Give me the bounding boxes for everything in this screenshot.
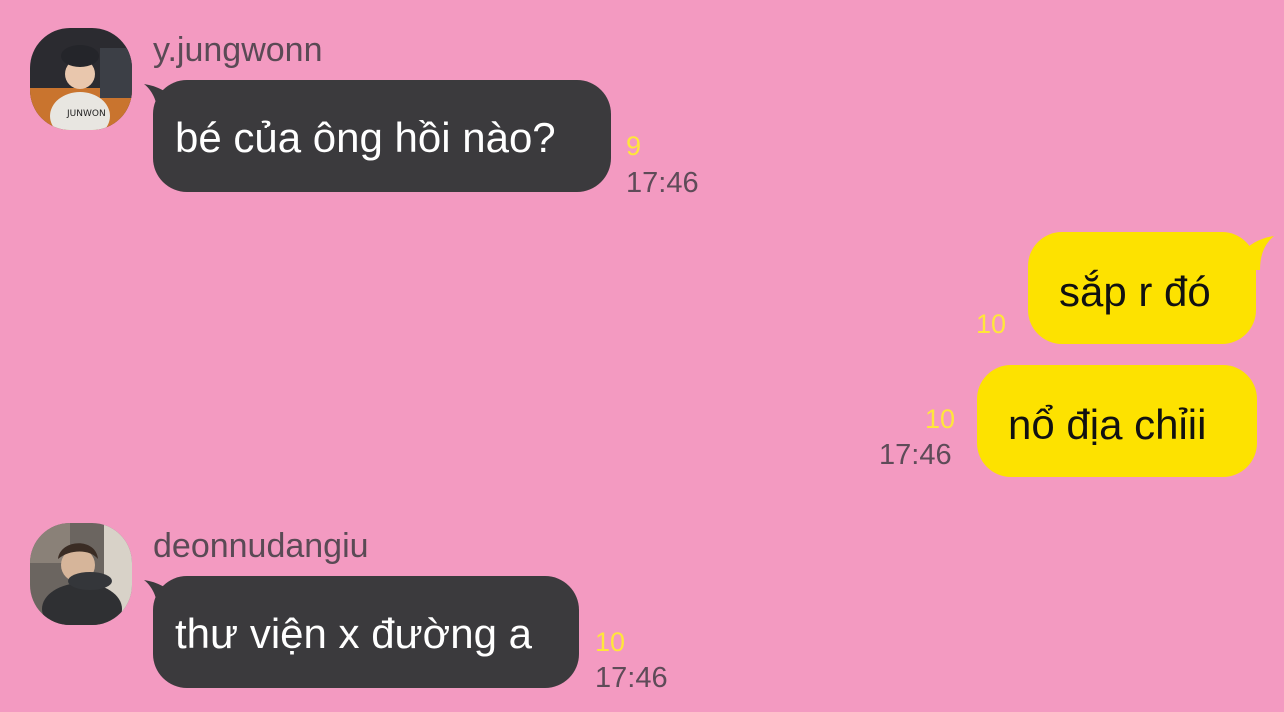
message-time: 17:46 — [595, 662, 668, 694]
message-bubble[interactable]: thư viện x đường a — [153, 576, 579, 688]
svg-text:JUNWON: JUNWON — [66, 109, 106, 119]
sender-name: y.jungwonn — [153, 31, 323, 69]
unread-count: 10 — [595, 627, 626, 657]
message-time: 17:46 — [879, 439, 952, 471]
chat-thread: JUNWON y.jungwonn bé của ông hồi nào? 9 … — [0, 0, 1284, 712]
message-bubble[interactable]: sắp r đó — [1028, 232, 1256, 344]
message-time: 17:46 — [626, 167, 699, 199]
unread-count: 10 — [976, 309, 1007, 339]
avatar-deonnudangiu[interactable] — [30, 523, 132, 625]
unread-count: 9 — [626, 131, 642, 161]
message-bubble[interactable]: nổ địa chỉii — [977, 365, 1257, 477]
sender-name: deonnudangiu — [153, 527, 369, 565]
unread-count: 10 — [925, 404, 956, 434]
message-bubble[interactable]: bé của ông hồi nào? — [153, 80, 611, 192]
avatar-y-jungwonn[interactable]: JUNWON — [30, 28, 132, 130]
